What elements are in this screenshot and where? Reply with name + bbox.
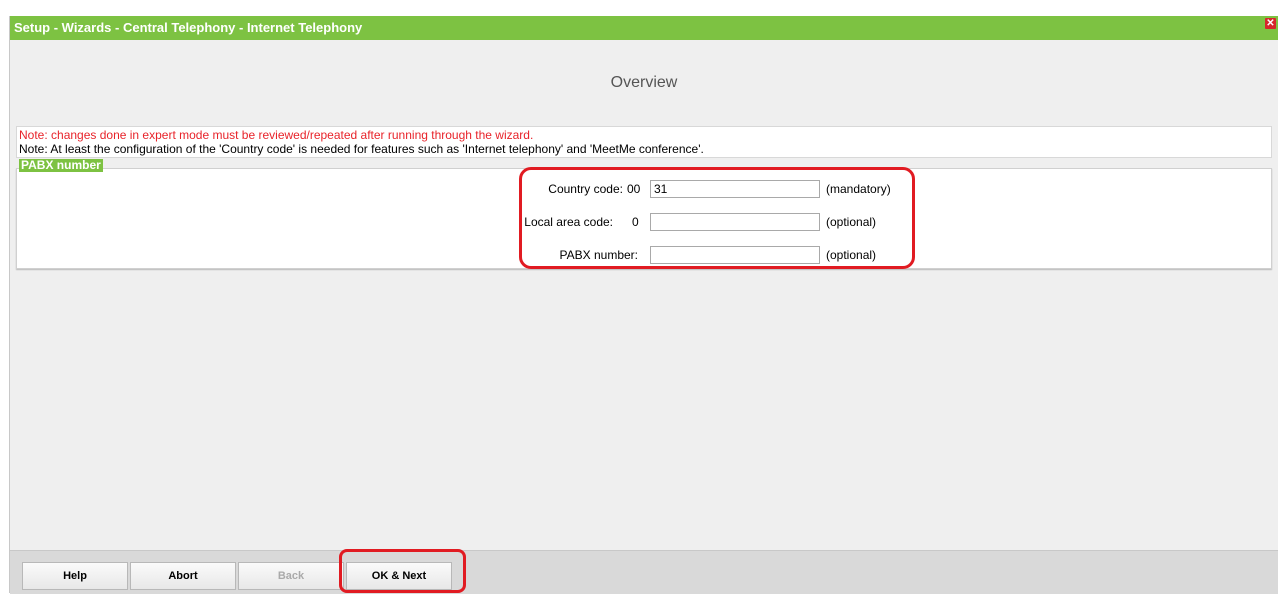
country-code-row: Country code: 00 (mandatory) <box>517 179 917 199</box>
window-title: Setup - Wizards - Central Telephony - In… <box>14 20 363 35</box>
country-code-input[interactable] <box>650 180 820 198</box>
pabx-number-row: PABX number: (optional) <box>517 245 917 265</box>
local-area-code-row: Local area code: 0 (optional) <box>517 212 917 232</box>
wizard-window: Setup - Wizards - Central Telephony - In… <box>9 16 1278 594</box>
page-title: Overview <box>610 74 678 91</box>
ok-next-button[interactable]: OK & Next <box>346 562 452 590</box>
country-code-hint: (mandatory) <box>826 182 891 196</box>
pabx-number-label: PABX number: <box>559 248 638 262</box>
country-code-prefix: 00 <box>627 182 641 196</box>
bottom-toolbar: Help Abort Back OK & Next <box>10 550 1278 594</box>
local-area-code-label: Local area code: <box>524 215 613 229</box>
notes-panel: Note: changes done in expert mode must b… <box>16 126 1272 158</box>
local-area-code-hint: (optional) <box>826 215 877 229</box>
help-button[interactable]: Help <box>22 562 128 590</box>
pabx-legend: PABX number <box>19 158 103 172</box>
pabx-number-input[interactable] <box>650 246 820 264</box>
abort-button[interactable]: Abort <box>130 562 236 590</box>
back-button[interactable]: Back <box>238 562 344 590</box>
close-icon[interactable]: ✕ <box>1265 18 1276 29</box>
warning-note: Note: changes done in expert mode must b… <box>19 128 534 142</box>
info-note: Note: At least the configuration of the … <box>19 142 704 156</box>
local-area-code-input[interactable] <box>650 213 820 231</box>
pabx-fieldset: Country code: 00 (mandatory) Local area … <box>16 168 1272 269</box>
pabx-number-hint: (optional) <box>826 248 877 262</box>
local-area-code-prefix: 0 <box>632 215 639 229</box>
country-code-label: Country code: <box>548 182 623 196</box>
window-titlebar: Setup - Wizards - Central Telephony - In… <box>10 16 1278 40</box>
